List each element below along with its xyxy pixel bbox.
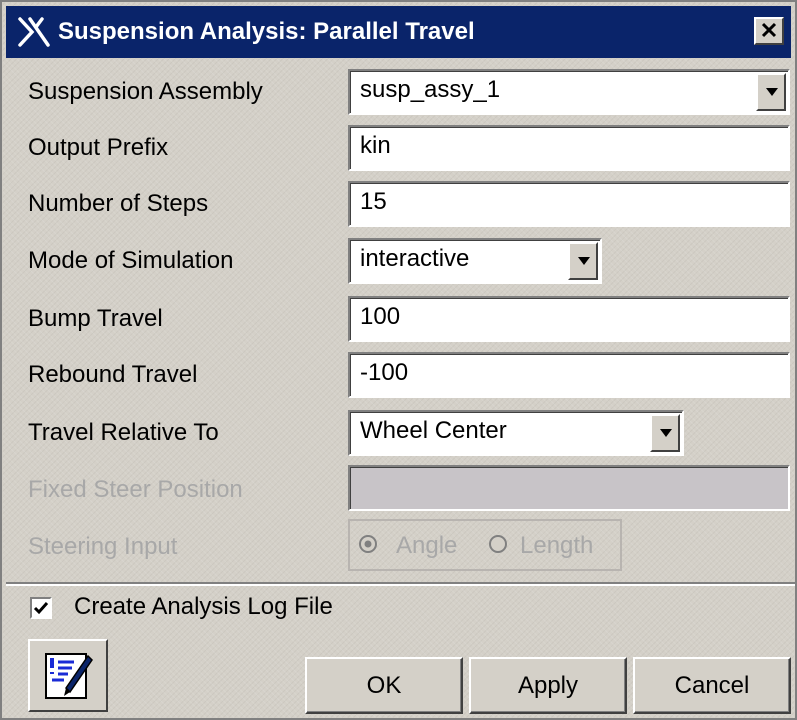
edit-comments-icon <box>45 653 93 699</box>
suspension-assembly-dropdown-button[interactable] <box>756 73 786 111</box>
suspension-assembly-value: susp_assy_1 <box>360 76 501 103</box>
bump-travel-input[interactable]: 100 <box>348 296 790 342</box>
bump-travel-label: Bump Travel <box>28 305 163 332</box>
close-icon <box>761 22 777 38</box>
travel-relative-to-combo[interactable]: Wheel Center <box>348 410 684 456</box>
suspension-assembly-combo[interactable]: susp_assy_1 <box>348 69 790 115</box>
travel-relative-to-label: Travel Relative To <box>28 419 219 446</box>
mode-of-simulation-combo[interactable]: interactive <box>348 238 602 284</box>
radio-selected-icon <box>359 535 377 553</box>
chevron-down-icon <box>766 88 778 96</box>
number-of-steps-input[interactable]: 15 <box>348 181 790 227</box>
title-bar[interactable]: Suspension Analysis: Parallel Travel <box>6 6 791 58</box>
steering-angle-radio-label: Angle <box>396 532 458 559</box>
checkmark-icon <box>33 602 49 615</box>
apply-button[interactable]: Apply <box>469 657 627 714</box>
comments-button[interactable] <box>28 639 108 712</box>
chevron-down-icon <box>578 257 590 265</box>
steering-length-radio-label: Length <box>520 532 594 559</box>
travel-relative-to-dropdown-button[interactable] <box>650 414 680 452</box>
close-button[interactable] <box>754 17 784 45</box>
chevron-down-icon <box>660 429 672 437</box>
steering-input-label: Steering Input <box>28 533 178 560</box>
window-title: Suspension Analysis: Parallel Travel <box>58 18 475 45</box>
create-log-file-checkbox[interactable] <box>30 597 52 619</box>
create-log-file-label: Create Analysis Log File <box>74 593 333 620</box>
mode-of-simulation-label: Mode of Simulation <box>28 247 234 274</box>
steering-input-radio-group: Angle Length <box>348 519 622 571</box>
suspension-assembly-label: Suspension Assembly <box>28 78 263 105</box>
output-prefix-label: Output Prefix <box>28 134 169 161</box>
rebound-travel-label: Rebound Travel <box>28 361 198 388</box>
app-logo-icon <box>18 17 50 47</box>
ok-button[interactable]: OK <box>305 657 463 714</box>
travel-relative-to-value: Wheel Center <box>360 417 507 444</box>
number-of-steps-label: Number of Steps <box>28 190 209 217</box>
radio-unselected-icon <box>489 535 507 553</box>
fixed-steer-position-label: Fixed Steer Position <box>28 476 243 503</box>
cancel-button[interactable]: Cancel <box>633 657 791 714</box>
mode-of-simulation-value: interactive <box>360 245 470 272</box>
suspension-analysis-dialog: Suspension Analysis: Parallel Travel Sus… <box>0 0 797 720</box>
output-prefix-input[interactable]: kin <box>348 125 790 171</box>
fixed-steer-position-input <box>348 465 790 511</box>
mode-of-simulation-dropdown-button[interactable] <box>568 242 598 280</box>
divider <box>6 582 795 586</box>
rebound-travel-input[interactable]: -100 <box>348 352 790 398</box>
